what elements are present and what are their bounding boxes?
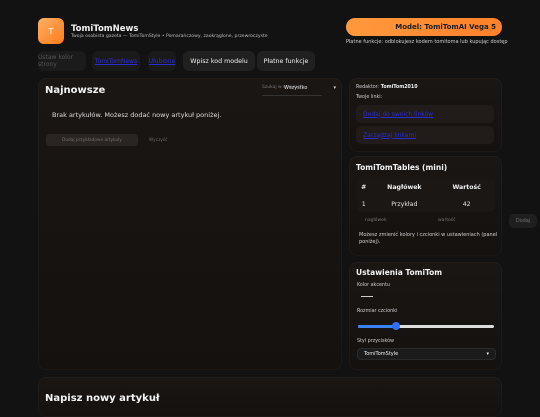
chevron-down-icon: ▾ [333, 85, 336, 91]
nav-favorites-link[interactable]: Ulubione [148, 51, 176, 71]
app-logo: T [38, 18, 64, 44]
table-row: 1 Przykład 42 [357, 196, 495, 212]
links-label: Twoje linki: [356, 95, 383, 100]
new-value-input[interactable]: wartość [438, 218, 456, 223]
nav-paid-features-label: Płatne funkcje [263, 57, 309, 65]
add-link-button[interactable]: Dodaj do swoich linków [356, 105, 494, 123]
table-header-num: # [361, 183, 367, 191]
compose-title: Napisz nowy artykuł [45, 393, 160, 404]
app-subtitle: Twoja osobista gazeta — TomiTomStyle • P… [71, 34, 268, 39]
editor-label: Redaktor: [356, 85, 380, 90]
news-empty-message: Brak artykułów. Możesz dodać nowy artyku… [52, 111, 222, 119]
nav-model-code[interactable]: Wpisz kod modelu [183, 51, 255, 71]
tables-title: TomiTomTables (mini) [356, 163, 448, 172]
mini-table: # Nagłówek Wartość 1 Przykład 42 [357, 178, 495, 212]
add-sample-articles-label: Dodaj przykładowe artykuły [62, 137, 122, 143]
model-badge-label: Model: TomiTomAI Vega 5 [395, 23, 496, 31]
editor-name: TomiTom2010 [380, 85, 418, 90]
editor-label-row: Redaktor: TomiTom2010 [356, 85, 418, 90]
news-title: Najnowsze [45, 85, 106, 96]
font-size-label: Rozmiar czcionki [357, 309, 398, 314]
nav-paid-features[interactable]: Płatne funkcje [257, 51, 315, 71]
news-filter-select[interactable]: Wszystko ▾ [284, 85, 336, 95]
nav-model-code-label: Wpisz kod modelu [190, 57, 248, 65]
table-header-value: Wartość [452, 183, 481, 191]
paid-features-note: Płatne funkcje: odblokujesz kodem tomito… [346, 39, 508, 45]
accent-color-swatch[interactable] [361, 296, 373, 297]
add-row-label: Dodaj [515, 218, 531, 224]
new-header-placeholder: nagłówek [365, 218, 387, 223]
app-title: TomiTomNews [71, 24, 139, 34]
table-cell-num: 1 [361, 200, 366, 208]
new-value-placeholder: wartość [438, 218, 456, 223]
nav-news-label: TomiTomNews [94, 57, 138, 65]
button-style-value: TomiTomStyle [364, 351, 399, 357]
table-cell-title: Przykład [391, 200, 418, 208]
button-style-label: Styl przycisków [357, 339, 394, 344]
nav-favorites-label: Ulubione [148, 57, 176, 65]
button-style-select[interactable]: TomiTomStyle ▾ [357, 348, 496, 360]
add-sample-articles-button[interactable]: Dodaj przykładowe artykuły [46, 134, 138, 146]
add-link-label: Dodaj do swoich linków [363, 110, 434, 118]
table-cell-value: 42 [462, 200, 471, 208]
tables-note: Możesz zmienić kolory i czcionki w ustaw… [359, 232, 498, 245]
font-size-slider[interactable] [358, 322, 494, 330]
manage-links-label: Zarządzaj linkami [363, 131, 416, 139]
news-filter-value: Wszystko [284, 85, 308, 91]
accent-label: Kolor akcentu [357, 283, 390, 288]
chevron-down-icon: ▾ [486, 351, 489, 357]
news-panel [38, 78, 342, 370]
new-header-input[interactable]: nagłówek [365, 218, 387, 223]
font-size-slider-fill [358, 325, 397, 328]
nav-news-link[interactable]: TomiTomNews [92, 51, 140, 71]
nav-color-label: Ustaw kolor strony [38, 54, 74, 68]
clear-button[interactable]: Wyczyść [149, 134, 177, 146]
table-header-title: Nagłówek [387, 183, 422, 191]
clear-button-label: Wyczyść [149, 137, 168, 143]
manage-links-button[interactable]: Zarządzaj linkami [356, 126, 494, 144]
logo-letter: T [48, 26, 54, 36]
model-badge[interactable]: Model: TomiTomAI Vega 5 [346, 18, 502, 36]
add-row-button[interactable]: Dodaj [509, 214, 537, 228]
settings-title: Ustawienia TomiTom [356, 268, 443, 277]
nav-color-button[interactable]: Ustaw kolor strony [38, 51, 86, 71]
